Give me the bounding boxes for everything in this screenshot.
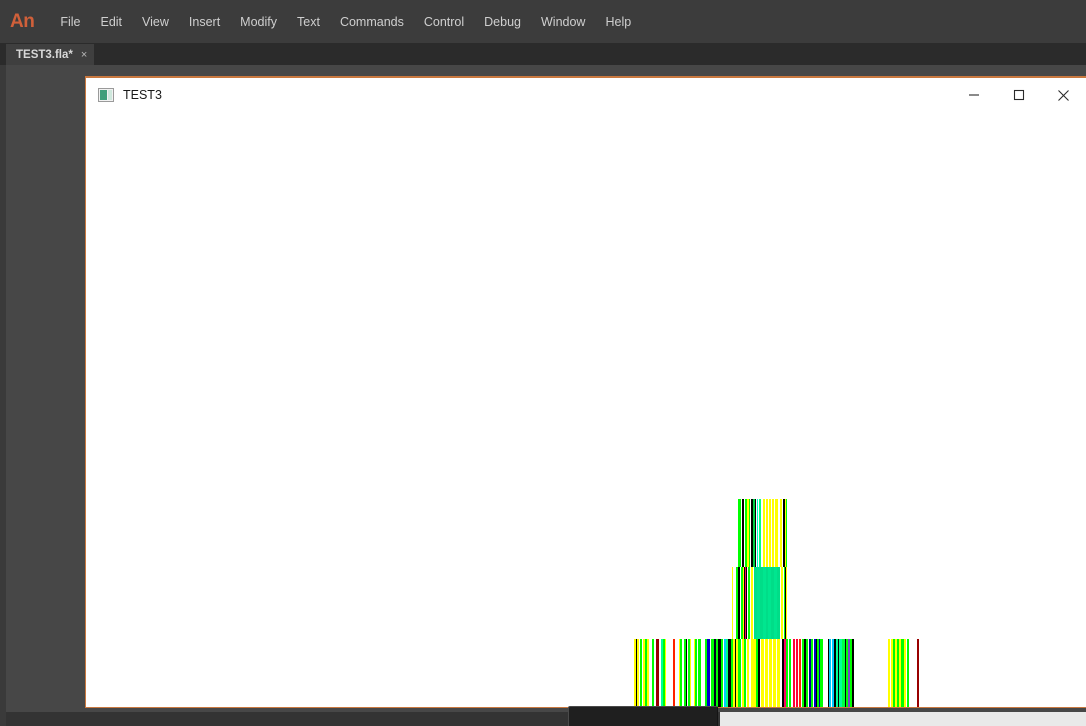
close-icon[interactable]: ×	[81, 49, 87, 61]
close-button[interactable]	[1041, 78, 1086, 112]
document-tab-strip: TEST3.fla* ×	[0, 43, 1086, 66]
docked-panel-tab[interactable]	[568, 706, 718, 726]
stripe	[854, 639, 874, 708]
stripe	[785, 567, 787, 641]
menu-text[interactable]: Text	[287, 11, 330, 33]
tall-column-upper	[738, 499, 787, 567]
maximize-button[interactable]	[996, 78, 1041, 112]
wide-band-segment-5	[888, 639, 924, 708]
menu-items-container: File Edit View Insert Modify Text Commands Cont…	[50, 11, 641, 33]
menu-commands[interactable]: Commands	[330, 11, 414, 33]
stage-document-window: TEST3	[85, 76, 1086, 708]
menu-view[interactable]: View	[132, 11, 179, 33]
window-controls	[951, 78, 1086, 112]
menu-control[interactable]: Control	[414, 11, 474, 33]
stage-title-bar[interactable]: TEST3	[86, 78, 1086, 112]
stripe	[919, 639, 924, 708]
menu-help[interactable]: Help	[595, 11, 641, 33]
stage-title-label: TEST3	[123, 88, 162, 102]
wide-band-segment-4	[814, 639, 874, 708]
menu-edit[interactable]: Edit	[90, 11, 132, 33]
wide-band-segment-1	[634, 639, 694, 708]
animate-application-window: An File Edit View Insert Modify Text Commands C…	[0, 0, 1086, 726]
stripe	[785, 499, 787, 567]
menu-debug[interactable]: Debug	[474, 11, 531, 33]
bottom-light-panel	[720, 712, 1086, 726]
document-thumbnail-icon	[98, 88, 114, 102]
stage-canvas[interactable]	[86, 112, 1086, 708]
menu-bar: An File Edit View Insert Modify Text Commands C…	[0, 0, 1086, 43]
wide-band-segment-2	[694, 639, 754, 708]
close-icon	[1058, 89, 1069, 101]
menu-file[interactable]: File	[50, 11, 90, 33]
document-tab-test3[interactable]: TEST3.fla* ×	[6, 44, 95, 66]
stripe	[665, 639, 674, 708]
maximize-icon	[1013, 89, 1024, 101]
minimize-button[interactable]	[951, 78, 996, 112]
menu-insert[interactable]: Insert	[179, 11, 230, 33]
menu-window[interactable]: Window	[531, 11, 595, 33]
adobe-animate-logo-icon: An	[10, 10, 35, 32]
document-tab-label: TEST3.fla*	[16, 49, 73, 61]
stripe	[909, 639, 917, 708]
minimize-icon	[968, 94, 979, 96]
wide-band-segment-3	[754, 639, 814, 708]
tall-column-lower	[732, 567, 787, 641]
menu-modify[interactable]: Modify	[230, 11, 287, 33]
workspace-left-gutter	[0, 65, 6, 726]
